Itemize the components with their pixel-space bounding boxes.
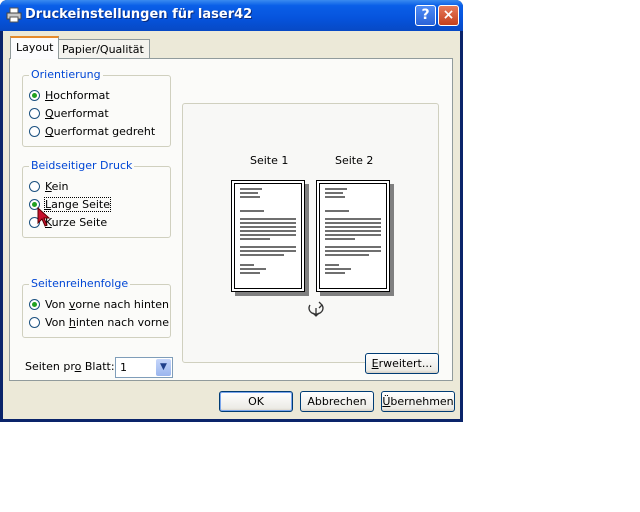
radio-button[interactable] [29,126,40,137]
page-order-group: Seitenreihenfolge Von vorne nach hinten … [22,277,171,338]
mouse-cursor-icon [37,207,51,227]
radio-button[interactable] [29,90,40,101]
option-label: Kurze Seite [45,216,108,229]
help-icon: ? [421,7,430,23]
help-button[interactable]: ? [415,5,436,26]
option-label: Querformat [45,107,109,120]
select-value: 1 [120,361,127,374]
pages-per-sheet-select[interactable]: 1 ▼ [115,357,173,378]
apply-button[interactable]: Übernehmen [381,391,455,412]
print-preferences-window: Druckeinstellungen für laser42 ? × Layou… [0,0,463,422]
pages-per-sheet-label: Seiten pro Blatt: [25,360,115,373]
radio-button[interactable] [29,181,40,192]
dialog-client: Layout Papier/Qualität Orientierung Hoch… [3,31,460,419]
group-title: Beidseitiger Druck [29,159,135,172]
page-1-label: Seite 1 [250,154,289,167]
tab-paper-quality[interactable]: Papier/Qualität [56,39,150,59]
ok-button[interactable]: OK [219,391,293,412]
layout-preview: Seite 1 Seite 2 [182,103,439,363]
group-title: Seitenreihenfolge [29,277,131,290]
advanced-button[interactable]: Erweitert... [365,353,439,374]
option-label: Kein [45,180,69,193]
window-title: Druckeinstellungen für laser42 [25,7,253,22]
option-label: Von vorne nach hinten [45,298,169,311]
close-icon: × [442,7,455,23]
page-2-label: Seite 2 [335,154,374,167]
chevron-down-icon[interactable]: ▼ [156,359,171,376]
option-label: Von hinten nach vorne [45,316,169,329]
title-bar[interactable]: Druckeinstellungen für laser42 ? × [0,0,463,31]
tab-layout[interactable]: Layout [10,36,60,59]
option-label: Hochformat [45,89,110,102]
cancel-button[interactable]: Abbrechen [300,391,374,412]
option-label: Lange Seite [44,197,111,212]
option-label: Querformat gedreht [45,125,156,138]
duplex-flip-icon [308,301,324,317]
group-title: Orientierung [29,68,103,81]
duplex-group: Beidseitiger Druck Kein Lange Seite Kurz… [22,159,171,238]
tab-label: Layout [16,41,54,54]
preview-page-2 [316,180,390,292]
printer-icon [6,7,22,23]
layout-tab-panel: Orientierung Hochformat Querformat Querf… [9,58,453,381]
tab-label: Papier/Qualität [62,43,144,56]
radio-button[interactable] [29,317,40,328]
close-button[interactable]: × [438,5,459,26]
radio-button[interactable] [29,299,40,310]
radio-button[interactable] [29,108,40,119]
preview-page-1 [231,180,305,292]
orientation-group: Orientierung Hochformat Querformat Querf… [22,68,171,147]
